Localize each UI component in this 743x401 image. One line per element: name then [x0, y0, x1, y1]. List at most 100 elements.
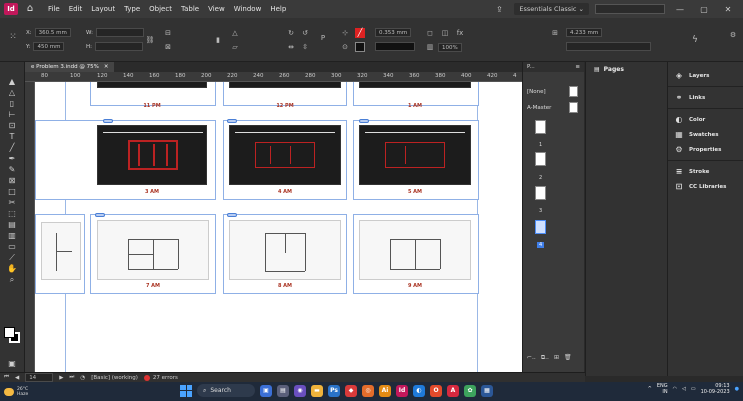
gap-tool-icon[interactable]: ⊢ — [4, 109, 20, 120]
note-tool-icon[interactable]: ▭ — [4, 241, 20, 252]
menu-help[interactable]: Help — [270, 5, 286, 13]
h-input[interactable] — [95, 42, 143, 51]
dock-properties[interactable]: ⚙ Properties — [668, 142, 743, 157]
help-search-input[interactable] — [595, 4, 665, 14]
scale-x-icon[interactable]: ⊟ — [163, 28, 173, 38]
menu-file[interactable]: File — [48, 5, 60, 13]
document-tab[interactable]: e Problem 3.indd @ 75% ✕ — [25, 62, 115, 72]
preflight-profile[interactable]: [Basic] (working) — [91, 375, 138, 381]
x-input[interactable]: 360.5 mm — [34, 28, 71, 37]
control-bar-menu-icon[interactable]: ⚙ — [728, 30, 738, 40]
wifi-icon[interactable]: ◠ — [673, 386, 677, 392]
workspace-switcher[interactable]: Essentials Classic ⌄ — [514, 3, 589, 15]
menu-layout[interactable]: Layout — [91, 5, 115, 13]
scissors-tool-icon[interactable]: ✂ — [4, 197, 20, 208]
shear-icon[interactable]: ▱ — [230, 42, 240, 52]
floor-plan-thumbnail[interactable] — [229, 220, 341, 280]
screenshot-thumbnail[interactable] — [359, 125, 471, 185]
none-master-label[interactable]: [None] — [527, 89, 546, 95]
content-collector-icon[interactable]: ⊡ — [4, 120, 20, 131]
screenshot-thumbnail[interactable] — [359, 82, 471, 88]
brave-icon[interactable]: ◆ — [345, 384, 357, 397]
a-master-thumbnail[interactable] — [569, 102, 578, 113]
gradient-feather-tool-icon[interactable]: ▥ — [4, 230, 20, 241]
frame-link-badge[interactable] — [103, 119, 113, 123]
menu-edit[interactable]: Edit — [69, 5, 83, 13]
dock-swatches[interactable]: ▦ Swatches — [668, 127, 743, 142]
vertical-ruler[interactable] — [25, 82, 35, 372]
next-page-icon[interactable]: ▶ — [59, 375, 63, 381]
page-thumbnail[interactable] — [535, 120, 546, 134]
minimize-button[interactable]: — — [671, 5, 689, 14]
fill-swatch[interactable] — [4, 327, 15, 338]
tray-chevron-icon[interactable]: ^ — [648, 386, 652, 392]
object-style-select[interactable] — [566, 42, 651, 51]
start-icon[interactable] — [180, 384, 192, 397]
photoshop-icon[interactable]: Ps — [328, 384, 340, 397]
document-tab-close[interactable]: ✕ — [104, 62, 109, 72]
prev-page-icon[interactable]: ◀ — [15, 375, 19, 381]
y-input[interactable]: 450 mm — [33, 42, 65, 51]
stroke-type-select[interactable] — [375, 42, 415, 51]
text-wrap-icon[interactable]: ◻ — [425, 28, 435, 38]
gradient-swatch-tool-icon[interactable]: ▤ — [4, 219, 20, 230]
eyedropper-tool-icon[interactable]: ⟋ — [4, 252, 20, 263]
pen-tool-icon[interactable]: ✒ — [4, 153, 20, 164]
auto-fit-icon[interactable]: ⊞ — [550, 28, 560, 38]
pencil-tool-icon[interactable]: ✎ — [4, 164, 20, 175]
fill-stroke-swatches[interactable] — [4, 327, 21, 344]
quick-apply-icon[interactable]: ϟ — [690, 35, 700, 45]
select-content-icon[interactable]: ⊙ — [340, 42, 350, 52]
fill-none-icon[interactable]: ╱ — [355, 28, 365, 38]
page-thumbnail[interactable] — [535, 186, 546, 200]
opacity-input[interactable]: 100% — [438, 42, 462, 52]
close-button[interactable]: ✕ — [719, 5, 737, 14]
fill-proxy-icon[interactable]: ▮ — [213, 35, 223, 45]
page-thumbnail[interactable] — [535, 152, 546, 166]
flip-horizontal-icon[interactable]: ⇹ — [286, 42, 296, 52]
stroke-color-icon[interactable] — [355, 42, 365, 52]
screen-mode-icon[interactable]: ▣ — [4, 358, 20, 369]
delete-page-icon[interactable]: 🗑 — [564, 354, 572, 364]
dock-stroke[interactable]: ≡ Stroke — [668, 164, 743, 179]
screenshot-thumbnail[interactable] — [229, 82, 341, 88]
scale-y-icon[interactable]: ⊠ — [163, 42, 173, 52]
stroke-weight-input[interactable]: 0.353 mm — [375, 28, 412, 37]
new-page-icon[interactable]: ⊞ — [554, 354, 559, 364]
menu-view[interactable]: View — [208, 5, 225, 13]
taskbar-search[interactable]: ⌕ Search — [197, 384, 255, 397]
acrobat-icon[interactable]: A — [447, 384, 459, 397]
rotate-ccw-icon[interactable]: ↺ — [300, 28, 310, 38]
edge-icon[interactable]: ◐ — [413, 384, 425, 397]
widgets-icon[interactable]: ▤ — [277, 384, 289, 397]
w-input[interactable] — [95, 28, 144, 37]
floor-plan-thumbnail[interactable] — [359, 220, 471, 280]
frame-link-badge[interactable] — [227, 213, 237, 217]
first-page-icon[interactable]: ⏮ — [4, 374, 9, 381]
select-container-icon[interactable]: ⊹ — [340, 28, 350, 38]
new-master-icon[interactable]: ⧉.. — [541, 354, 549, 364]
menu-table[interactable]: Table — [181, 5, 199, 13]
free-transform-tool-icon[interactable]: ⬚ — [4, 208, 20, 219]
menu-object[interactable]: Object — [149, 5, 172, 13]
chrome-icon[interactable]: ◎ — [362, 384, 374, 397]
horizontal-ruler[interactable]: 80 100 120 140 160 180 200 220 240 260 2… — [25, 72, 522, 82]
frame-link-badge[interactable] — [227, 119, 237, 123]
volume-icon[interactable]: ◁ — [682, 386, 686, 392]
preflight-icon[interactable]: ◔ — [80, 375, 85, 381]
dock-links[interactable]: ⚭ Links — [668, 90, 743, 105]
direct-selection-tool-icon[interactable]: △ — [4, 87, 20, 98]
document-canvas[interactable]: 11 PM 12 PM 1 AM 3 AM 4 AM 5 AM 7 AM 8 A… — [35, 82, 522, 372]
hand-tool-icon[interactable]: ✋ — [4, 263, 20, 274]
page-tool-icon[interactable]: ▯ — [4, 98, 20, 109]
dock-cc-libraries[interactable]: ⊡ CC Libraries — [668, 179, 743, 194]
page-number-field[interactable]: 14 — [25, 373, 54, 382]
preflight-errors[interactable]: 27 errors — [143, 374, 178, 381]
effects-icon[interactable]: fx — [455, 28, 465, 38]
type-tool-icon[interactable]: T — [4, 131, 20, 142]
none-master-thumbnail[interactable] — [569, 86, 578, 97]
menu-window[interactable]: Window — [234, 5, 262, 13]
selection-tool-icon[interactable]: ▲ — [4, 76, 20, 87]
dock-layers[interactable]: ◈ Layers — [668, 68, 743, 83]
colorpicker-icon[interactable]: ✿ — [464, 384, 476, 397]
